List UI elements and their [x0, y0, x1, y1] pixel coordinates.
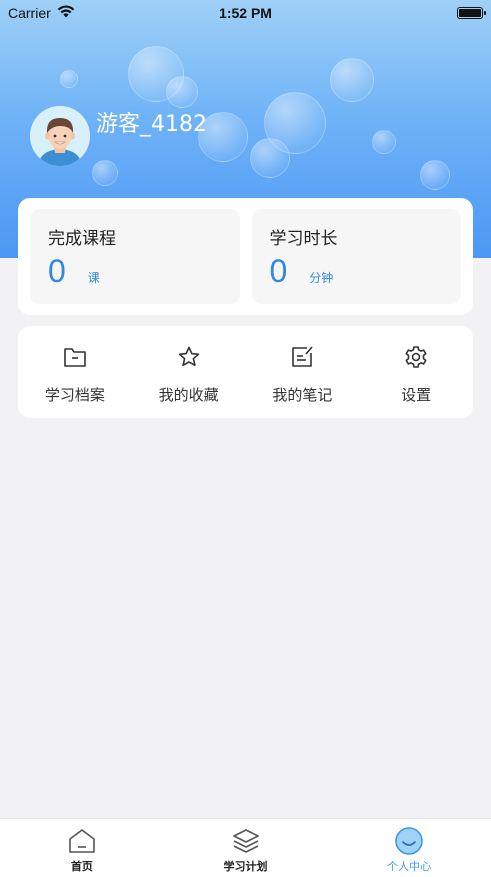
stat-completed-courses[interactable]: 完成课程 0 课: [30, 209, 240, 304]
tab-bar: 首页 学习计划 个人中心: [0, 818, 491, 877]
stat-unit: 分钟: [309, 271, 334, 285]
home-icon: [68, 827, 96, 855]
tab-label: 首页: [70, 860, 93, 873]
avatar-illustration-icon: [30, 106, 90, 166]
carrier-label: Carrier: [8, 5, 51, 21]
menu-item-favorites[interactable]: 我的收藏: [132, 326, 246, 418]
menu-item-label: 学习档案: [44, 386, 105, 404]
menu-card: 学习档案 我的收藏 我的笔记 设置: [18, 326, 473, 418]
tab-profile[interactable]: 个人中心: [327, 819, 491, 877]
tab-study-plan[interactable]: 学习计划: [164, 819, 328, 877]
menu-item-label: 我的笔记: [272, 386, 333, 404]
menu-item-notes[interactable]: 我的笔记: [246, 326, 360, 418]
layers-icon: [232, 827, 260, 855]
star-icon: [176, 344, 202, 370]
stat-title: 完成课程: [48, 229, 116, 249]
stat-study-duration[interactable]: 学习时长 0 分钟: [251, 209, 461, 304]
note-icon: [289, 344, 315, 370]
battery-icon: [457, 7, 486, 19]
stat-value: 0: [269, 253, 288, 289]
smile-icon: [395, 827, 423, 855]
tab-label: 学习计划: [223, 860, 268, 873]
menu-item-settings[interactable]: 设置: [359, 326, 473, 418]
menu-item-label: 设置: [401, 386, 432, 404]
menu-item-label: 我的收藏: [158, 386, 219, 404]
stats-card: 完成课程 0 课 学习时长 0 分钟: [18, 198, 473, 315]
folder-icon: [62, 344, 88, 370]
tab-home[interactable]: 首页: [0, 819, 164, 877]
stat-value: 0: [48, 253, 66, 289]
profile-section[interactable]: 游客_4182: [30, 106, 207, 166]
gear-icon: [403, 344, 429, 370]
tab-label: 个人中心: [387, 860, 432, 873]
username: 游客_4182: [96, 112, 207, 137]
status-bar: Carrier 1:52 PM: [0, 0, 491, 26]
avatar[interactable]: [30, 106, 90, 166]
stat-title: 学习时长: [269, 229, 338, 249]
menu-item-study-records[interactable]: 学习档案: [18, 326, 132, 418]
wifi-icon: [57, 5, 75, 21]
stat-unit: 课: [87, 271, 100, 285]
